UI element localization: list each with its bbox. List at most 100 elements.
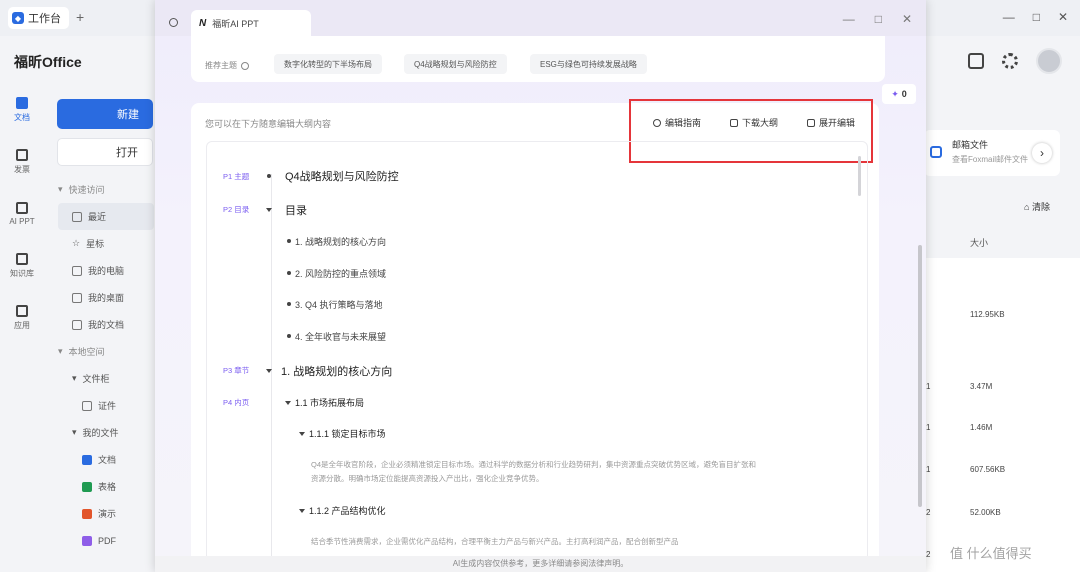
- outline-scrollbar[interactable]: [858, 156, 861, 196]
- collapse-triangle-icon[interactable]: [266, 369, 272, 373]
- nav-label: 我的文档: [88, 320, 125, 330]
- pdf-icon: [82, 535, 92, 546]
- nav-item-docs[interactable]: 文档: [58, 446, 154, 473]
- nav-label: 证件: [98, 401, 117, 411]
- rail-label: 发票: [14, 165, 30, 174]
- collapse-triangle-icon[interactable]: [266, 208, 272, 212]
- gear-icon[interactable]: [1002, 53, 1018, 69]
- nav-label: 演示: [98, 509, 117, 519]
- outline-node[interactable]: 1. 战略规划的核心方向: [281, 363, 392, 379]
- clear-label: 清除: [1031, 202, 1050, 212]
- avatar[interactable]: [1036, 48, 1062, 74]
- ai-ppt-logo-icon: N: [199, 17, 207, 29]
- outline-paragraph[interactable]: 结合季节性消费需求，企业需优化产品结构，合理平衡主力产品与新兴产品。主打高利润产…: [311, 535, 757, 549]
- recommended-topics-label[interactable]: 推荐主题: [205, 60, 249, 71]
- star-icon: ☆: [72, 238, 81, 248]
- expand-edit-button[interactable]: 展开编辑: [807, 116, 855, 129]
- excel-icon: [82, 481, 92, 492]
- collapse-triangle-icon[interactable]: [285, 401, 291, 405]
- edit-guide-button[interactable]: 编辑指南: [653, 116, 701, 129]
- nav-label: 我的桌面: [88, 293, 125, 303]
- edit-guide-label: 编辑指南: [665, 118, 702, 128]
- rail-item-knowledge[interactable]: 知识库: [0, 240, 44, 292]
- rail-label: 文档: [14, 113, 30, 122]
- desktop-icon: [72, 292, 82, 303]
- download-outline-button[interactable]: 下载大纲: [730, 116, 778, 129]
- nav-item-my-files[interactable]: ▾ 我的文件: [58, 419, 154, 446]
- nav-item-my-desktop[interactable]: 我的桌面: [58, 284, 154, 311]
- outline-node[interactable]: 1.1 市场拓展布局: [295, 396, 364, 409]
- nav-item-starred[interactable]: ☆ 星标: [58, 230, 154, 257]
- nav-item-recent[interactable]: 最近: [58, 203, 154, 230]
- ai-ppt-tab[interactable]: N 福昕AI PPT: [191, 10, 311, 36]
- maximize-icon[interactable]: □: [1033, 10, 1040, 24]
- workbench-tab-label: 工作台: [28, 13, 61, 25]
- ai-credit-badge[interactable]: ✦ 0: [882, 84, 916, 104]
- outline-node[interactable]: Q4战略规划与风险防控: [285, 168, 399, 184]
- file-size: 607.56KB: [970, 465, 1006, 474]
- outline-tree: P1 主题 Q4战略规划与风险防控 P2 目录 目录 1. 战略规划的核心方向 …: [206, 141, 868, 561]
- document-icon: [16, 97, 28, 109]
- outline-node[interactable]: 2. 风险防控的重点领域: [295, 267, 386, 280]
- new-tab-plus-icon[interactable]: +: [76, 9, 84, 25]
- topic-chip[interactable]: 数字化转型的下半场布局: [274, 54, 382, 74]
- outline-node[interactable]: 1.1.1 锁定目标市场: [309, 427, 386, 440]
- chevron-right-icon[interactable]: ›: [1032, 143, 1052, 163]
- clock-icon: [72, 211, 82, 222]
- rail-item-documents[interactable]: 文档: [0, 84, 44, 136]
- outline-paragraph[interactable]: Q4是全年收官阶段，企业必须精准锁定目标市场。通过科学的数据分析和行业趋势研判，…: [311, 458, 757, 486]
- file-index: 1: [926, 423, 931, 432]
- workbench-tab[interactable]: ◆ 工作台: [8, 7, 69, 29]
- close-icon[interactable]: ✕: [1058, 10, 1068, 24]
- bullet-icon: [287, 334, 291, 338]
- download-outline-label: 下载大纲: [742, 118, 779, 128]
- clear-button[interactable]: ⌂ 清除: [1024, 200, 1050, 213]
- rail-item-invoice[interactable]: 发票: [0, 136, 44, 188]
- edit-hint: 您可以在下方随意编辑大纲内容: [205, 119, 332, 129]
- open-button[interactable]: 打开: [57, 138, 153, 166]
- maximize-icon[interactable]: □: [875, 12, 882, 26]
- outline-node[interactable]: 3. Q4 执行策略与落地: [295, 298, 383, 311]
- brand-title: 福昕Office: [14, 54, 82, 70]
- file-size: 1.46M: [970, 423, 993, 432]
- nav-section-local[interactable]: ▾ 本地空间: [58, 338, 154, 365]
- nav-item-sheets[interactable]: 表格: [58, 473, 154, 500]
- topic-chip[interactable]: Q4战略规划与风险防控: [404, 54, 507, 74]
- rail-item-ai-ppt[interactable]: AI PPT: [0, 188, 44, 240]
- nav-item-slides[interactable]: 演示: [58, 500, 154, 527]
- collapse-triangle-icon[interactable]: [299, 509, 305, 513]
- outline-node[interactable]: 目录: [285, 202, 307, 218]
- minimize-icon[interactable]: —: [843, 12, 855, 26]
- ai-disclaimer-footer: AI生成内容仅供参考，更多详细请参阅法律声明。: [155, 556, 926, 572]
- layout-icon[interactable]: [968, 53, 984, 69]
- collapse-triangle-icon[interactable]: [299, 432, 305, 436]
- window-title-bar: N 福昕AI PPT — □ ✕: [155, 0, 926, 36]
- help-icon: [653, 118, 661, 127]
- minimize-icon[interactable]: —: [1003, 10, 1015, 24]
- nav-label: 我的电脑: [88, 266, 125, 276]
- edit-icon: [807, 118, 815, 127]
- page-label: P1 主题: [223, 172, 250, 181]
- refresh-icon[interactable]: [241, 61, 249, 70]
- page-label: P3 章节: [223, 366, 250, 375]
- nav-item-pdf[interactable]: PDF: [58, 527, 154, 554]
- outline-node[interactable]: 4. 全年收官与未来展望: [295, 330, 386, 343]
- mail-files-card[interactable]: 邮箱文件 查看Foxmail邮件文件 ›: [924, 130, 1060, 176]
- outline-node[interactable]: 1.1.2 产品结构优化: [309, 504, 386, 517]
- close-icon[interactable]: ✕: [902, 12, 912, 26]
- new-button[interactable]: 新建: [57, 99, 153, 129]
- nav-item-my-computer[interactable]: 我的电脑: [58, 257, 154, 284]
- circle-icon[interactable]: [169, 18, 178, 27]
- outline-guide-line: [271, 174, 272, 560]
- rail-item-apps[interactable]: 应用: [0, 292, 44, 344]
- nav-item-my-documents[interactable]: 我的文档: [58, 311, 154, 338]
- outline-node[interactable]: 1. 战略规划的核心方向: [295, 235, 386, 248]
- topic-chip[interactable]: ESG与绿色可持续发展战略: [530, 54, 647, 74]
- sidebar-nav: ▾ 快速访问 最近 ☆ 星标 我的电脑 我的桌面 我的文档 ▾ 本地空间 ▾ 文件柜 证…: [58, 176, 154, 554]
- nav-item-cabinet[interactable]: ▾ 文件柜: [58, 365, 154, 392]
- nav-section-quick-access[interactable]: ▾ 快速访问: [58, 176, 154, 203]
- window-scrollbar[interactable]: [918, 245, 922, 507]
- nav-item-certificates[interactable]: 证件: [58, 392, 154, 419]
- topics-label-text: 推荐主题: [205, 61, 237, 70]
- bullet-icon: [287, 302, 291, 306]
